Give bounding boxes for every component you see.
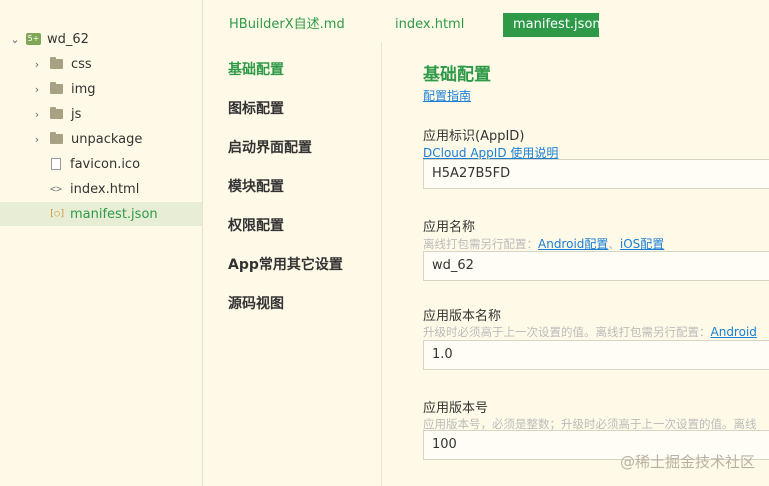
- ios-config-link[interactable]: iOS配置: [620, 237, 664, 251]
- project-icon: 5+: [26, 33, 41, 45]
- nav-splash-config[interactable]: 启动界面配置: [228, 137, 312, 157]
- tree-item-label: favicon.ico: [70, 156, 141, 172]
- android-version-link[interactable]: Android: [711, 325, 757, 339]
- project-name: wd_62: [47, 31, 89, 47]
- tree-item-css[interactable]: › css: [0, 52, 202, 76]
- folder-icon: [50, 107, 63, 119]
- tab-hbuilderx-readme[interactable]: HBuilderX自述.md: [219, 13, 355, 37]
- tree-item-label: manifest.json: [70, 206, 158, 222]
- tree-item-label: css: [71, 56, 92, 72]
- chevron-right-icon[interactable]: ›: [30, 108, 44, 121]
- version-name-field[interactable]: 1.0: [423, 340, 769, 370]
- project-explorer: ⌄ 5+ wd_62 › css › img › js › unpackage …: [0, 0, 203, 486]
- nav-module-config[interactable]: 模块配置: [228, 176, 284, 196]
- folder-icon: [50, 82, 63, 94]
- tab-manifest-json[interactable]: manifest.json: [503, 13, 601, 37]
- tree-item-label: index.html: [70, 181, 140, 197]
- editor-tabs: HBuilderX自述.md index.html manifest.json: [203, 0, 769, 42]
- watermark: @稀土掘金技术社区: [619, 453, 755, 471]
- tree-item-favicon[interactable]: favicon.ico: [0, 152, 202, 176]
- tree-item-label: img: [71, 81, 96, 97]
- app-name-field[interactable]: wd_62: [423, 251, 769, 281]
- html-file-icon: <>: [49, 183, 63, 195]
- chevron-right-icon[interactable]: ›: [30, 83, 44, 96]
- section-title: 基础配置: [423, 65, 491, 85]
- tab-index-html[interactable]: index.html: [385, 13, 474, 37]
- nav-source-view[interactable]: 源码视图: [228, 293, 284, 313]
- version-code-label: 应用版本号: [423, 401, 489, 416]
- nav-basic-config[interactable]: 基础配置: [228, 59, 284, 79]
- tree-item-js[interactable]: › js: [0, 102, 202, 126]
- folder-icon: [50, 57, 63, 69]
- app-name-label: 应用名称: [423, 220, 476, 235]
- tree-project-root[interactable]: ⌄ 5+ wd_62: [0, 27, 202, 51]
- basic-config-form: 基础配置 配置指南 应用标识(AppID) DCloud AppID 使用说明 …: [382, 42, 769, 486]
- tree-item-unpackage[interactable]: › unpackage: [0, 127, 202, 151]
- config-guide-link[interactable]: 配置指南: [423, 87, 471, 104]
- appid-field[interactable]: H5A27B5FD: [423, 159, 769, 189]
- folder-icon: [50, 132, 63, 144]
- version-name-label: 应用版本名称: [423, 309, 502, 324]
- tree-item-manifest-json[interactable]: [○] manifest.json: [0, 202, 202, 226]
- app-name-hint: 离线打包需另行配置：Android配置、iOS配置: [423, 237, 665, 251]
- version-name-hint: 升级时必须高于上一次设置的值。离线打包需另行配置：Android: [423, 325, 757, 339]
- android-config-link[interactable]: Android配置: [538, 237, 608, 251]
- tree-item-index-html[interactable]: <> index.html: [0, 177, 202, 201]
- json-file-icon: [○]: [49, 209, 66, 219]
- chevron-right-icon[interactable]: ›: [30, 58, 44, 71]
- nav-permission-config[interactable]: 权限配置: [228, 215, 284, 235]
- chevron-right-icon[interactable]: ›: [30, 133, 44, 146]
- nav-icon-config[interactable]: 图标配置: [228, 98, 284, 118]
- appid-label: 应用标识(AppID): [423, 129, 525, 144]
- tree-item-label: js: [71, 106, 82, 122]
- chevron-down-icon[interactable]: ⌄: [8, 33, 22, 46]
- image-file-icon: [51, 158, 61, 170]
- nav-app-other-settings[interactable]: App常用其它设置: [228, 254, 343, 274]
- tree-item-label: unpackage: [71, 131, 143, 147]
- settings-nav: 基础配置 图标配置 启动界面配置 模块配置 权限配置 App常用其它设置 源码视…: [203, 42, 382, 486]
- tree-item-img[interactable]: › img: [0, 77, 202, 101]
